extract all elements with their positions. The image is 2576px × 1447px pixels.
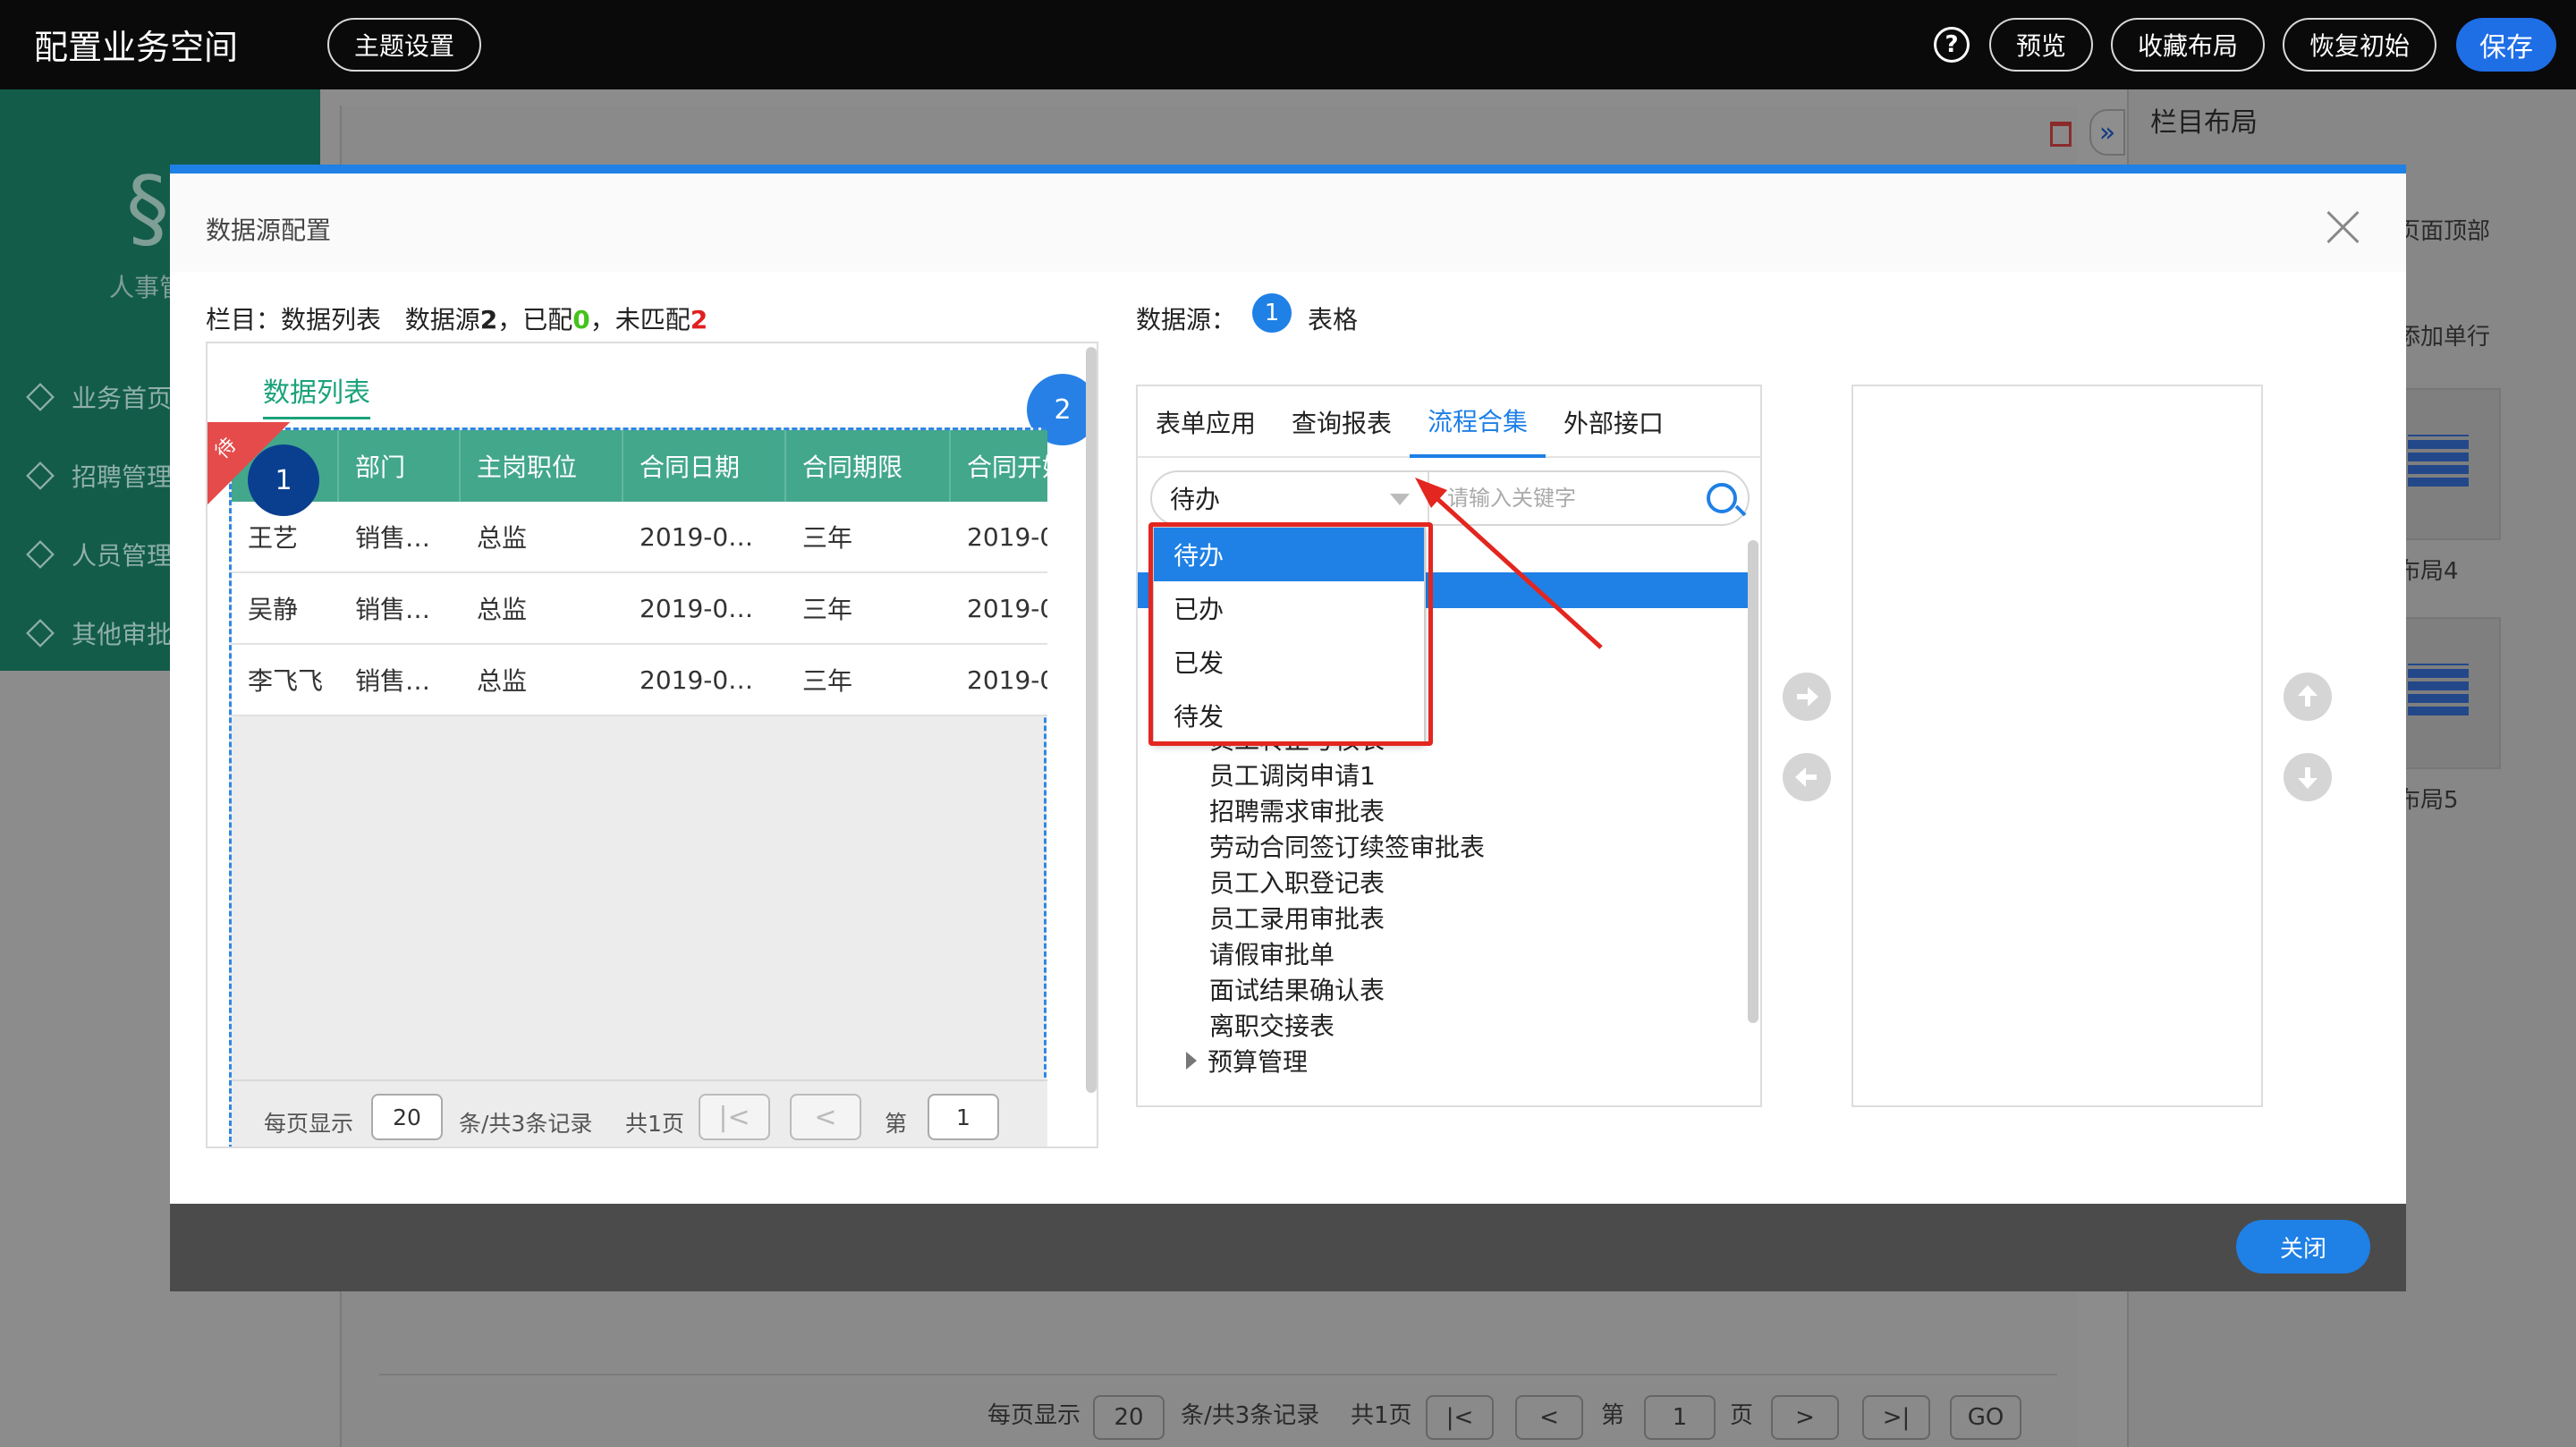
bg-pager-total: 共1页: [1351, 1402, 1412, 1429]
search-icon[interactable]: [1707, 483, 1737, 513]
source-scrollbar[interactable]: [1748, 540, 1758, 1023]
sidebar-item-other[interactable]: 其他审批: [26, 615, 172, 651]
bg-pager-prev[interactable]: <: [1515, 1395, 1583, 1440]
bg-pager-records: 条/共3条记录: [1181, 1402, 1320, 1429]
layout-item-top[interactable]: 页面顶部: [2397, 213, 2490, 246]
save-button[interactable]: 保存: [2456, 18, 2556, 72]
datasource-config-dialog: 数据源配置 栏目：数据列表 数据源2，已配0，未匹配2 数据列表 2 部门 主岗…: [170, 165, 2406, 1291]
table-row: 王艺 销售… 总监 2019-0… 三年 2019-02-16: [232, 502, 1047, 573]
reset-button[interactable]: 恢复初始: [2283, 18, 2436, 72]
table-header: 部门 主岗职位 合同日期 合同期限 合同开始日: [232, 430, 1047, 502]
column-header: 部门: [339, 430, 461, 502]
table-row: 吴静 销售… 总监 2019-0… 三年 2019-02-16: [232, 573, 1047, 645]
sidebar-item-home[interactable]: 业务首页: [26, 379, 172, 415]
layout-item-single-row[interactable]: 添加单行: [2397, 318, 2490, 351]
sidebar-item-staff[interactable]: 人员管理: [26, 537, 172, 572]
tree-item[interactable]: 劳动合同签订续签审批表: [1209, 828, 1485, 864]
bg-pager-last[interactable]: >|: [1862, 1395, 1930, 1440]
tree-item[interactable]: 员工调岗申请1: [1209, 757, 1376, 792]
datasource-value: 表格: [1308, 305, 1359, 334]
bg-pager-per-page-label: 每页显示: [987, 1402, 1081, 1429]
prev-page-button[interactable]: <: [790, 1094, 861, 1140]
move-right-button[interactable]: [1783, 673, 1831, 721]
column-header: 合同日期: [623, 430, 786, 502]
close-icon[interactable]: [2326, 209, 2361, 245]
layout-card-5[interactable]: [2397, 617, 2501, 769]
collect-layout-button[interactable]: 收藏布局: [2111, 18, 2265, 72]
dialog-title: 数据源配置: [206, 216, 332, 245]
preview-button[interactable]: 预览: [1989, 18, 2093, 72]
data-grid[interactable]: 部门 主岗职位 合同日期 合同期限 合同开始日 王艺 销售… 总监 2019-0…: [229, 427, 1047, 1147]
tree-item[interactable]: 面试结果确认表: [1209, 971, 1385, 1007]
bg-pager-first[interactable]: |<: [1426, 1395, 1494, 1440]
close-button[interactable]: 关闭: [2236, 1220, 2370, 1274]
status-select[interactable]: 待办: [1152, 472, 1429, 524]
tree-item[interactable]: 离职交接表: [1209, 1007, 1335, 1043]
source-tabs: 表单应用 查询报表 流程合集 外部接口: [1138, 386, 1760, 458]
layout-item-5-label: 布局5: [2397, 787, 2459, 814]
move-down-button[interactable]: [2284, 753, 2332, 801]
layers-icon: [26, 619, 55, 647]
bg-pager-page-label: 第: [1601, 1402, 1625, 1429]
layout-item-4-label: 布局4: [2397, 558, 2459, 585]
divider: [379, 1374, 2057, 1375]
tab-query-report[interactable]: 查询报表: [1274, 386, 1410, 458]
preview-scrollbar[interactable]: [1086, 347, 1097, 1093]
tree-item[interactable]: 请假审批单: [1209, 935, 1335, 971]
tree-group[interactable]: 预算管理: [1186, 1043, 1308, 1079]
arrow-left-icon: [1795, 767, 1817, 787]
arrow-up-icon: [2298, 685, 2318, 707]
grid-pager: 每页显示 20 条/共3条记录 共1页 |< < 第 1: [232, 1079, 1047, 1147]
column-header: 合同期限: [786, 430, 951, 502]
datasource-label: 数据源：: [1136, 305, 1237, 334]
bg-pager-go[interactable]: GO: [1950, 1395, 2021, 1440]
layout-panel-title: 栏目布局: [2150, 107, 2258, 139]
callout-highlight-box: [1148, 522, 1433, 746]
bg-pager-page[interactable]: 1: [1644, 1395, 1716, 1440]
move-up-button[interactable]: [2284, 673, 2332, 721]
layers-icon: [26, 383, 55, 411]
column-info: 栏目：数据列表 数据源2，已配0，未匹配2: [206, 305, 708, 334]
delete-icon[interactable]: [2050, 122, 2072, 147]
layers-icon: [26, 540, 55, 569]
move-left-button[interactable]: [1783, 753, 1831, 801]
bg-pager-page-suffix: 页: [1730, 1402, 1754, 1429]
help-icon[interactable]: ?: [1934, 27, 1970, 63]
collapse-icon[interactable]: »: [2089, 109, 2125, 156]
column-header: 主岗职位: [461, 430, 623, 502]
preview-tab-data-list[interactable]: 数据列表: [263, 370, 370, 419]
tab-process-collection[interactable]: 流程合集: [1410, 386, 1546, 458]
target-panel[interactable]: [1852, 385, 2263, 1107]
table-row: 李飞飞 销售… 总监 2019-0… 三年 2019-02-16: [232, 645, 1047, 716]
unmatched-count: 2: [690, 305, 708, 334]
caret-right-icon: [1186, 1052, 1197, 1070]
tree-item[interactable]: 招聘需求审批表: [1209, 792, 1385, 828]
arrow-down-icon: [2298, 767, 2318, 789]
tree-item[interactable]: 员工录用审批表: [1209, 900, 1385, 935]
column-preview: 数据列表 2 部门 主岗职位 合同日期 合同期限 合同开始日 王艺 销售… 总监…: [206, 342, 1098, 1148]
app-title: 配置业务空间: [34, 28, 239, 67]
bg-pager-per-page[interactable]: 20: [1093, 1395, 1165, 1440]
first-page-button[interactable]: |<: [699, 1094, 770, 1140]
datasource-number-badge: 1: [1252, 293, 1292, 333]
bg-pager-next[interactable]: >: [1771, 1395, 1839, 1440]
layout-card-4[interactable]: [2397, 388, 2501, 540]
matched-count: 0: [572, 305, 590, 334]
page-input[interactable]: 1: [928, 1094, 999, 1140]
per-page-input[interactable]: 20: [371, 1094, 443, 1140]
layout-grid-icon: [2408, 664, 2469, 715]
layout-grid-icon: [2408, 435, 2469, 487]
callout-arrow-icon: [1415, 478, 1603, 649]
theme-settings-button[interactable]: 主题设置: [327, 18, 481, 72]
column-header: 合同开始日: [967, 453, 1047, 482]
dialog-footer: [170, 1204, 2406, 1291]
tree-item[interactable]: 员工入职登记表: [1209, 864, 1385, 900]
arrow-right-icon: [1797, 687, 1818, 707]
sidebar-item-recruit[interactable]: 招聘管理: [26, 458, 172, 494]
layers-icon: [26, 461, 55, 490]
tab-form-app[interactable]: 表单应用: [1138, 386, 1274, 458]
tab-external-api[interactable]: 外部接口: [1546, 386, 1682, 458]
dialog-header: [170, 173, 2406, 272]
